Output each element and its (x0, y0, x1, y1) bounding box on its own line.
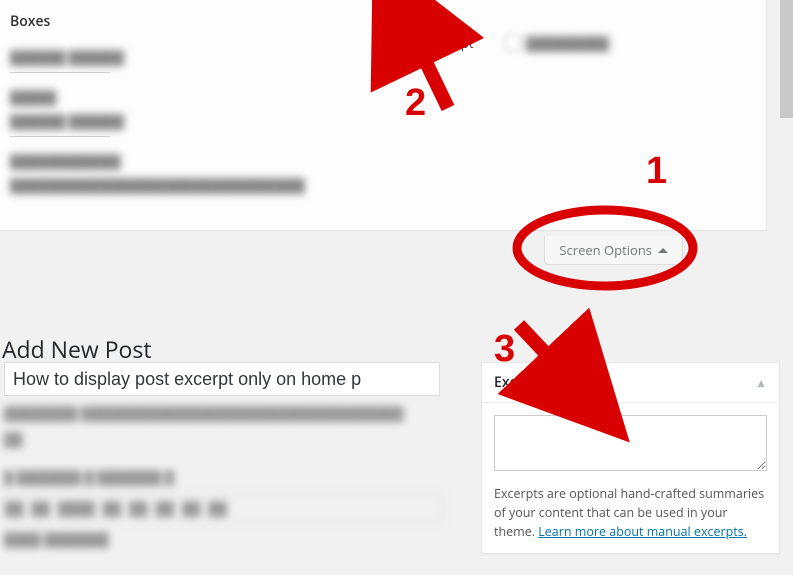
blurred-editor-area: ████████ ███████████████████████████████… (4, 404, 444, 572)
divider (10, 72, 110, 73)
annotation-number-2: 2 (405, 82, 426, 125)
page-title: Add New Post (2, 333, 152, 365)
blurred-option: █████████ (526, 34, 626, 52)
scrollbar-thumb[interactable] (780, 0, 793, 118)
screen-options-tab[interactable]: Screen Options (544, 236, 683, 265)
excerpt-metabox-header[interactable]: Excerpt ▲ (482, 363, 779, 403)
divider (10, 136, 110, 137)
annotation-number-3: 3 (494, 328, 515, 371)
check-icon (409, 37, 421, 49)
blurred-checkbox (505, 35, 521, 51)
post-title-input[interactable] (4, 362, 440, 396)
blurred-option: ██████ ██████ (10, 48, 210, 66)
blurred-option: ████████████████████████████████ (10, 176, 410, 194)
boxes-panel-title: Boxes (10, 12, 50, 31)
screen-options-label: Screen Options (559, 241, 652, 259)
excerpt-description: Excerpts are optional hand-crafted summa… (494, 485, 767, 541)
excerpt-checkbox[interactable] (407, 35, 423, 51)
blurred-heading: █████ (10, 88, 70, 106)
excerpt-checkbox-label[interactable]: Excerpt (428, 34, 473, 52)
excerpt-metabox: Excerpt ▲ Excerpts are optional hand-cra… (481, 362, 780, 554)
annotation-number-1: 1 (646, 150, 667, 193)
excerpt-metabox-body: Excerpts are optional hand-crafted summa… (482, 403, 779, 553)
window-scrollbar[interactable] (780, 0, 793, 575)
blurred-option: ██████ ██████ (10, 112, 210, 130)
triangle-up-icon[interactable]: ▲ (755, 374, 767, 391)
excerpt-metabox-title: Excerpt (494, 373, 545, 392)
screen-options-panel: Boxes ██████ ██████ █████ ██████ ██████ … (0, 0, 767, 231)
blurred-heading: ████████████ (10, 152, 180, 170)
excerpt-textarea[interactable] (494, 415, 767, 471)
learn-more-link[interactable]: Learn more about manual excerpts. (538, 523, 747, 540)
annotation-arrow (519, 325, 552, 360)
caret-up-icon (658, 248, 668, 253)
